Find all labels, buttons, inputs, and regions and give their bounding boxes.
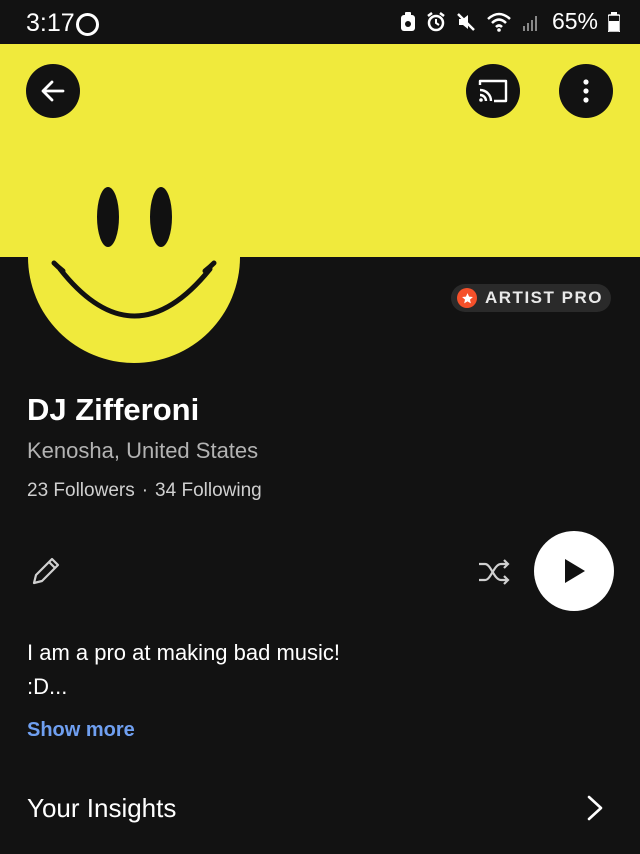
shuffle-button[interactable] [476, 556, 512, 588]
bio-line-2: :D... [27, 674, 68, 699]
signal-icon [522, 15, 537, 31]
alarm-icon [427, 11, 445, 31]
followers-link[interactable]: 23 Followers [27, 480, 135, 502]
arrow-left-icon [41, 80, 65, 102]
more-options-button[interactable] [559, 64, 613, 118]
status-time: 3:17 [26, 9, 75, 37]
battery-icon [608, 11, 620, 32]
profile-location: Kenosha, United States [27, 438, 259, 463]
profile-name: DJ Zifferoni [27, 392, 200, 427]
chevron-right-icon [587, 795, 603, 821]
profile-stats: 23 Followers · 34 Following [27, 480, 262, 502]
your-insights-label: Your Insights [27, 793, 177, 823]
pencil-icon [32, 557, 60, 585]
status-icons: 65% [400, 8, 620, 35]
bio-line-1: I am a pro at making bad music! [27, 640, 341, 665]
cast-icon [478, 79, 508, 103]
edit-profile-button[interactable] [28, 553, 64, 589]
notification-icon [400, 11, 415, 31]
stats-separator: · [141, 480, 149, 501]
following-link[interactable]: 34 Following [155, 480, 262, 502]
profile-avatar[interactable] [28, 151, 240, 363]
cast-button[interactable] [466, 64, 520, 118]
status-bar: 3:17 65% [0, 0, 640, 44]
shuffle-icon [479, 559, 510, 585]
artist-pro-badge: ARTIST PRO [451, 284, 611, 312]
show-more-link[interactable]: Show more [27, 719, 135, 742]
play-icon [565, 559, 585, 583]
mute-icon [457, 12, 475, 31]
artist-pro-label: ARTIST PRO [485, 288, 603, 307]
more-vertical-icon [583, 79, 589, 103]
battery-percent: 65% [551, 8, 598, 34]
sync-ring-icon [76, 13, 99, 36]
wifi-icon [487, 12, 511, 32]
your-insights-row[interactable]: Your Insights [0, 780, 640, 836]
back-button[interactable] [26, 64, 80, 118]
play-button[interactable] [534, 531, 614, 611]
star-icon [457, 288, 477, 308]
